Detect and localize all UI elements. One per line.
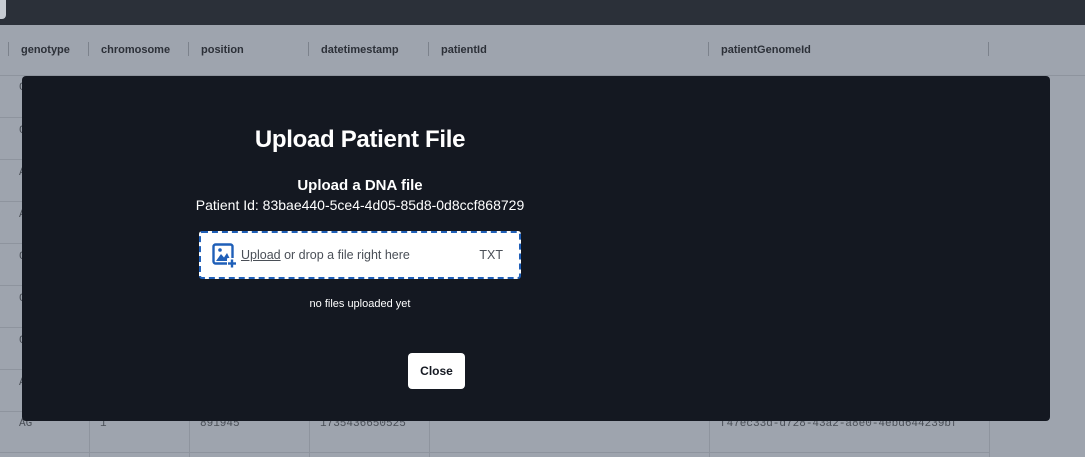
dropzone-hint: or drop a file right here xyxy=(280,248,410,262)
upload-modal: Upload Patient File Upload a DNA file Pa… xyxy=(22,76,1050,421)
column-header-chromosome[interactable]: chromosome xyxy=(89,25,189,75)
row-divider xyxy=(0,452,990,453)
file-dropzone[interactable]: Upload or drop a file right here TXT xyxy=(199,231,521,279)
accepted-file-types: TXT xyxy=(479,248,503,262)
dropzone-label: Upload or drop a file right here xyxy=(241,248,410,262)
top-bar xyxy=(0,0,1085,25)
grid-header: genotype chromosome position datetimesta… xyxy=(0,25,1085,76)
column-header-position[interactable]: position xyxy=(189,25,309,75)
image-upload-icon xyxy=(212,243,238,269)
top-bar-tab xyxy=(0,0,6,19)
modal-title: Upload Patient File xyxy=(254,126,466,153)
column-header-genotype[interactable]: genotype xyxy=(9,25,89,75)
column-separator[interactable] xyxy=(988,42,989,56)
patient-id-label: Patient Id: 83bae440-5ce4-4d05-85d8-0d8c… xyxy=(195,197,525,213)
upload-status: no files uploaded yet xyxy=(309,298,411,310)
close-button[interactable]: Close xyxy=(408,353,465,389)
column-header-patientgenomeid[interactable]: patientGenomeId xyxy=(709,25,989,75)
upload-link[interactable]: Upload xyxy=(241,248,281,262)
column-header-datetimestamp[interactable]: datetimestamp xyxy=(309,25,429,75)
column-header-patientid[interactable]: patientId xyxy=(429,25,709,75)
modal-content: Upload Patient File Upload a DNA file Pa… xyxy=(22,76,698,421)
modal-subtitle: Upload a DNA file xyxy=(297,177,423,194)
